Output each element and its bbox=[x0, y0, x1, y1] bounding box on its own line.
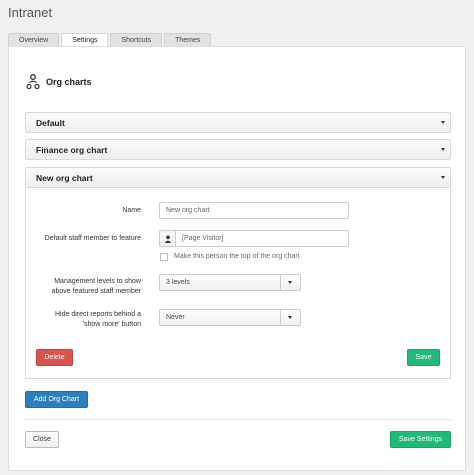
name-input[interactable]: New org chart bbox=[159, 202, 349, 219]
settings-panel: Org charts Default Finance org chart New… bbox=[8, 46, 466, 471]
section-title: Org charts bbox=[46, 77, 92, 87]
section-header: Org charts bbox=[26, 74, 92, 90]
hide-reports-label: Hide direct reports behind a 'show more'… bbox=[55, 311, 141, 328]
add-org-chart-button[interactable]: Add Org Chart bbox=[25, 391, 88, 408]
accordion-finance-org-chart[interactable]: Finance org chart bbox=[25, 139, 451, 160]
top-of-chart-checkbox[interactable] bbox=[160, 253, 168, 261]
save-settings-button[interactable]: Save Settings bbox=[390, 431, 451, 448]
app-title: Intranet bbox=[8, 5, 53, 20]
select-caret-icon bbox=[280, 310, 300, 325]
caret-down-icon bbox=[441, 121, 445, 124]
user-icon bbox=[160, 231, 176, 246]
staff-member-input[interactable]: [Page Visitor] bbox=[159, 230, 349, 247]
management-levels-value: 3 levels bbox=[166, 279, 190, 286]
management-levels-select[interactable]: 3 levels bbox=[159, 274, 301, 291]
caret-down-icon bbox=[441, 148, 445, 151]
staff-member-label: Default staff member to feature bbox=[44, 235, 141, 242]
select-caret-icon bbox=[280, 275, 300, 290]
top-of-chart-label: Make this person the top of the org char… bbox=[174, 253, 300, 260]
accordion-title: New org chart bbox=[36, 173, 93, 183]
accordion-title: Finance org chart bbox=[36, 145, 108, 155]
settings-tabs: Overview Settings Shortcuts Themes bbox=[8, 33, 213, 48]
accordion-default[interactable]: Default bbox=[25, 112, 451, 133]
accordion-new-org-chart[interactable]: New org chart bbox=[25, 167, 451, 188]
tab-overview[interactable]: Overview bbox=[8, 33, 60, 47]
org-chart-icon bbox=[26, 74, 40, 90]
tab-themes[interactable]: Themes bbox=[164, 33, 212, 47]
accordion-title: Default bbox=[36, 118, 65, 128]
hide-reports-select[interactable]: Never bbox=[159, 309, 301, 326]
delete-button[interactable]: Delete bbox=[36, 349, 73, 366]
management-levels-label: Management levels to show above featured… bbox=[51, 278, 141, 295]
hide-reports-value: Never bbox=[166, 314, 185, 321]
tab-shortcuts[interactable]: Shortcuts bbox=[110, 33, 163, 47]
new-org-chart-form: Name New org chart Default staff member … bbox=[25, 188, 451, 379]
divider bbox=[25, 419, 451, 420]
staff-member-value: [Page Visitor] bbox=[182, 235, 224, 242]
name-label: Name bbox=[122, 207, 141, 214]
save-button[interactable]: Save bbox=[407, 349, 440, 366]
close-button[interactable]: Close bbox=[25, 431, 59, 448]
caret-down-icon bbox=[441, 176, 445, 179]
